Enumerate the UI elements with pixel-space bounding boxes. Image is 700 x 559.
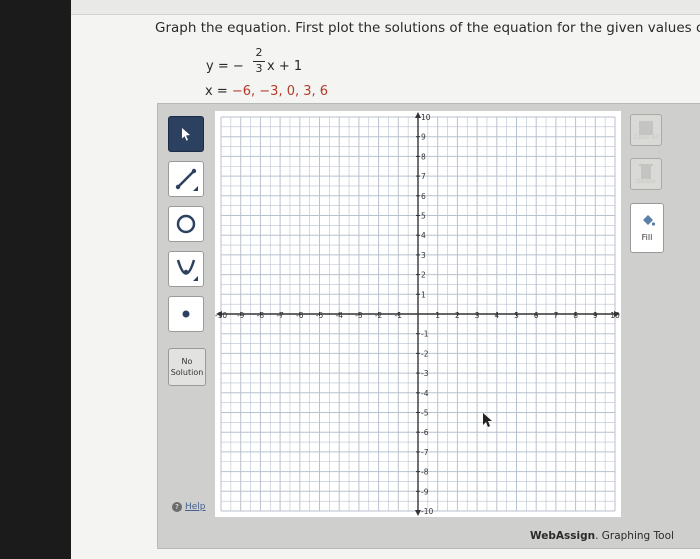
y-tick-label: -10 xyxy=(421,507,433,516)
help-label: Help xyxy=(185,502,206,512)
no-solution-label-2: Solution xyxy=(170,368,204,377)
x-tick-label: 10 xyxy=(610,311,620,320)
y-tick-label: 3 xyxy=(421,251,426,260)
delete-label: Delete xyxy=(636,178,656,185)
question-instruction: Graph the equation. First plot the solut… xyxy=(155,20,700,36)
point-tool-button[interactable] xyxy=(168,296,204,332)
line-icon xyxy=(175,168,198,191)
x-tick-label: -5 xyxy=(316,311,324,320)
x-tick-label: 9 xyxy=(593,311,598,320)
top-band xyxy=(71,0,700,15)
y-tick-label: -6 xyxy=(421,428,429,437)
x-tick-label: 6 xyxy=(534,311,539,320)
x-tick-label: -2 xyxy=(375,311,383,320)
xvalues-label: x = xyxy=(205,84,232,99)
tool-toolbar: No Solution ? Help xyxy=(158,104,206,548)
line-tool-button[interactable] xyxy=(168,161,204,197)
coordinate-grid[interactable]: -10 -9 -8 -7 -6 -5 -4 -3 -2 -1 1 2 3 4 5 6 7 8 9 10 10 9 8 7 6 5 4… xyxy=(215,111,621,517)
fraction-denominator: 3 xyxy=(255,62,263,75)
webassign-page: Graph the equation. First plot the solut… xyxy=(71,0,700,559)
fill-label: Fill xyxy=(641,233,653,242)
fill-button[interactable]: Fill xyxy=(630,203,664,253)
y-tick-label: 7 xyxy=(421,172,426,181)
parabola-icon xyxy=(176,259,198,281)
y-tick-label: -5 xyxy=(421,409,429,418)
x-tick-label: 5 xyxy=(514,311,519,320)
fraction-numerator: 2 xyxy=(255,46,263,59)
x-tick-label: -10 xyxy=(215,311,227,320)
webassign-logo: WebAssign xyxy=(530,530,596,542)
x-tick-label: -4 xyxy=(335,311,343,320)
y-tick-label: -7 xyxy=(421,448,429,457)
x-tick-label: 8 xyxy=(573,311,578,320)
no-solution-label-1: No xyxy=(181,357,193,366)
x-tick-label: 4 xyxy=(494,311,499,320)
x-tick-label: -7 xyxy=(276,311,284,320)
brand-footer: WebAssign. Graphing Tool xyxy=(530,530,674,542)
xvalues-line: x = −6, −3, 0, 3, 6 xyxy=(205,84,328,99)
circle-tool-button[interactable] xyxy=(168,206,204,242)
delete-button[interactable] xyxy=(630,158,662,190)
help-link[interactable]: ? Help xyxy=(172,502,206,512)
y-tick-label: 6 xyxy=(421,192,426,201)
point-icon xyxy=(182,310,190,318)
paint-bucket-icon xyxy=(643,215,656,226)
parabola-tool-button[interactable] xyxy=(168,251,204,287)
y-tick-label: 4 xyxy=(421,231,426,240)
y-tick-label: -9 xyxy=(421,487,429,496)
x-tick-label: -3 xyxy=(355,311,363,320)
clear-all-button[interactable] xyxy=(630,114,662,146)
no-solution-button[interactable]: No Solution xyxy=(168,348,206,386)
help-icon: ? xyxy=(172,502,182,512)
graphing-tool-label: . Graphing Tool xyxy=(595,530,674,542)
x-tick-label: 1 xyxy=(435,311,440,320)
equation-rhs: x + 1 xyxy=(267,59,303,74)
y-tick-label: -2 xyxy=(421,349,429,358)
x-tick-label: -1 xyxy=(395,311,403,320)
x-tick-label: -6 xyxy=(296,311,304,320)
equation-lhs: y = − xyxy=(206,59,244,74)
cursor-arrow-icon xyxy=(182,128,190,141)
x-tick-label: 3 xyxy=(475,311,480,320)
graphing-tool: No Solution ? Help -10 -9 -8 -7 -6 -5 -4 -3 -2 -1… xyxy=(157,103,700,549)
x-tick-label: -8 xyxy=(257,311,265,320)
x-tick-label: 7 xyxy=(554,311,559,320)
y-tick-label: 1 xyxy=(421,290,426,299)
x-tick-label: -9 xyxy=(237,311,245,320)
xvalues: −6, −3, 0, 3, 6 xyxy=(231,84,329,99)
circle-icon xyxy=(176,214,196,234)
y-tick-label: 2 xyxy=(421,271,426,280)
pointer-tool-button[interactable] xyxy=(168,116,204,152)
y-tick-label: 8 xyxy=(421,152,426,161)
y-tick-label: -8 xyxy=(421,468,429,477)
y-tick-label: -1 xyxy=(421,330,429,339)
y-tick-label: -3 xyxy=(421,369,429,378)
y-tick-label: 9 xyxy=(421,133,426,142)
y-tick-label: 10 xyxy=(421,113,431,122)
y-tick-label: -4 xyxy=(421,389,429,398)
y-tick-label: 5 xyxy=(421,212,426,221)
x-tick-label: 2 xyxy=(455,311,460,320)
clear-all-label: Clear All xyxy=(634,134,660,141)
